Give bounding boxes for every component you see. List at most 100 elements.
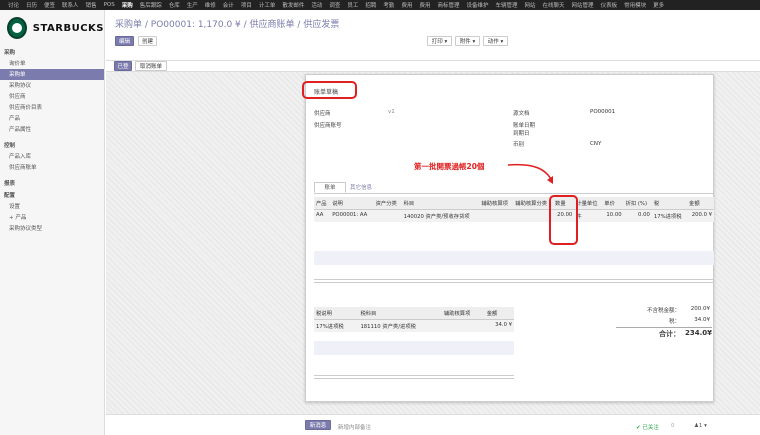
topnav-item[interactable]: 日历 <box>26 1 37 9</box>
sidebar-item[interactable]: + 产品 <box>0 212 104 223</box>
table-cell <box>442 320 485 333</box>
topnav-item[interactable]: 网站 <box>525 1 536 9</box>
tax-lines-table: 税说明 税科目 辅助核算项 金额 17%进项税 181110 资产类/进项税 34.0 ¥ <box>314 307 514 332</box>
topnav-item[interactable]: 便签 <box>44 1 55 9</box>
topnav-item[interactable]: 设备维护 <box>466 1 488 9</box>
topnav-item[interactable]: 费用 <box>401 1 412 9</box>
topnav-item[interactable]: 考勤 <box>383 1 394 9</box>
topnav-item[interactable]: 在线聊天 <box>543 1 565 9</box>
topnav-item[interactable]: 商标管理 <box>437 1 459 9</box>
table-cell <box>479 210 513 223</box>
table-cell: PO00001: AA <box>332 212 368 218</box>
topnav-item[interactable]: 采购 <box>122 1 133 9</box>
brand-logo[interactable]: STARBUCKS <box>0 10 104 46</box>
subscribers-dropdown[interactable]: ♟1 ▾ <box>694 423 707 429</box>
topnav-item[interactable]: 生产 <box>187 1 198 9</box>
annotation-arrow-icon <box>507 163 553 184</box>
vendor-label: 供应商 <box>314 111 331 117</box>
log-note-link[interactable]: 新增内部备注 <box>338 423 371 431</box>
source-doc-label: 源文档 <box>513 111 530 117</box>
topnav-item[interactable]: 散发邮件 <box>282 1 304 9</box>
topnav-item[interactable]: 更多 <box>653 1 664 9</box>
topnav-item[interactable]: 调查 <box>329 1 340 9</box>
currency-value: CNY <box>590 141 602 147</box>
invoice-line-row[interactable]: AA PO00001: AA 140020 资产类/预收存货项 20.00 件 10.00… <box>314 209 714 223</box>
table-cell: 件 <box>576 214 582 220</box>
column-header: 辅助核算项 <box>441 307 485 320</box>
topnav-item[interactable]: POS <box>104 2 115 8</box>
attachment-dropdown[interactable]: 附件 ▾ <box>455 36 480 46</box>
topnav-item[interactable]: 讨论 <box>8 1 19 9</box>
totals-divider <box>616 327 712 328</box>
topnav-item[interactable]: 售后跟踪 <box>140 1 162 9</box>
annotation-text: 第一批開票過帳20個 <box>414 162 485 171</box>
tab-other-info[interactable]: 其它信息 <box>350 183 372 193</box>
column-header: 金额 <box>687 197 714 210</box>
empty-tax-row <box>314 341 514 355</box>
topnav-item[interactable]: 车辆管理 <box>496 1 518 9</box>
sidebar-item[interactable]: 产品属性 <box>0 124 104 135</box>
column-header: 辅助核算分类 <box>513 197 554 210</box>
edit-button[interactable]: 编辑 <box>115 36 134 46</box>
source-doc-value: PO00001 <box>590 109 616 115</box>
vendor-value[interactable]: v1 <box>388 109 395 115</box>
topnav-item[interactable]: 费用 <box>419 1 430 9</box>
topnav-item[interactable]: 招聘 <box>365 1 376 9</box>
column-header: 说明 <box>330 197 374 210</box>
topnav-item[interactable]: 销售 <box>86 1 97 9</box>
sidebar-purchase-items: 询价单 采购单 采购协议 供应商 供应商价目表 产品 产品属性 <box>0 58 104 135</box>
topnav-item[interactable]: 维修 <box>205 1 216 9</box>
new-message-button[interactable]: 新消息 <box>305 420 331 430</box>
table-cell <box>513 210 553 223</box>
invoice-lines-table: 产品 说明 资产分类 科目 辅助核算项 辅助核算分类 数量 计量单位 单价 折扣 (%) 税金额 A… <box>314 197 714 222</box>
sidebar-item[interactable]: 供应商账单 <box>0 162 104 173</box>
sidebar-item[interactable]: 采购协议 <box>0 80 104 91</box>
column-header: 辅助核算项 <box>479 197 514 210</box>
sidebar-item[interactable]: 供应商 <box>0 91 104 102</box>
sidebar-section-control: 控制 <box>4 143 16 149</box>
topnav-item[interactable]: 联系人 <box>62 1 79 9</box>
topnav-item[interactable]: 活动 <box>311 1 322 9</box>
sidebar-item[interactable]: 询价单 <box>0 58 104 69</box>
siren-logo-icon <box>7 17 27 39</box>
sidebar-item[interactable]: 产品入库 <box>0 151 104 162</box>
column-header: 金额 <box>484 307 514 320</box>
untaxed-value: 200.0¥ <box>690 306 710 312</box>
sidebar-item[interactable]: 供应商价目表 <box>0 102 104 113</box>
topnav-item[interactable]: 会计 <box>223 1 234 9</box>
followers-count[interactable]: 0 <box>671 423 675 429</box>
column-header: 科目 <box>401 197 480 210</box>
column-header: 资产分类 <box>373 197 402 210</box>
tab-bill[interactable]: 账单 <box>314 182 346 193</box>
topnav-item[interactable]: 仪表板 <box>601 1 618 9</box>
breadcrumb-order[interactable]: PO00001: 1,170.0 ¥ / <box>151 20 247 30</box>
action-dropdown[interactable]: 动作 ▾ <box>483 36 508 46</box>
create-button[interactable]: 创建 <box>138 36 157 46</box>
vendor-ref-label: 供应商账号 <box>314 123 342 129</box>
following-button[interactable]: ✔ 已关注 <box>636 423 659 431</box>
sidebar-item[interactable]: 采购协议类型 <box>0 223 104 234</box>
column-header: 单价 <box>602 197 624 210</box>
cancel-bill-button[interactable]: 取消账单 <box>135 61 167 71</box>
breadcrumb-purchase-orders[interactable]: 采购单 / <box>115 20 148 30</box>
topnav-item[interactable]: 常用模块 <box>624 1 646 9</box>
sidebar: STARBUCKS 采购 询价单 采购单 采购协议 供应商 供应商价目表 产品 产品属性 控… <box>0 10 105 435</box>
sidebar-item[interactable]: 设置 <box>0 201 104 212</box>
sidebar-item[interactable]: 采购单 <box>0 69 104 80</box>
column-header: 计量单位 <box>574 197 603 210</box>
topnav-item[interactable]: 仓库 <box>169 1 180 9</box>
print-dropdown[interactable]: 打印 ▾ <box>427 36 452 46</box>
register-button[interactable]: 已登 <box>114 61 132 71</box>
tax-header-row: 税说明 税科目 辅助核算项 金额 <box>314 307 514 320</box>
sidebar-section-reports[interactable]: 报表 <box>0 177 104 189</box>
topnav-item[interactable]: 计工单 <box>259 1 276 9</box>
status-bar: 已登 取消账单 <box>106 60 760 72</box>
topnav-item[interactable]: 员工 <box>347 1 358 9</box>
topnav-item[interactable]: 网站管理 <box>572 1 594 9</box>
tax-line-row[interactable]: 17%进项税 181110 资产类/进项税 34.0 ¥ <box>314 319 514 333</box>
topnav-item[interactable]: 项目 <box>241 1 252 9</box>
sidebar-control-items: 产品入库 供应商账单 <box>0 151 104 173</box>
sidebar-item[interactable]: 产品 <box>0 113 104 124</box>
breadcrumb-vendor-bills[interactable]: 供应商账单 / <box>250 20 301 30</box>
column-header: 税说明 <box>314 307 359 320</box>
